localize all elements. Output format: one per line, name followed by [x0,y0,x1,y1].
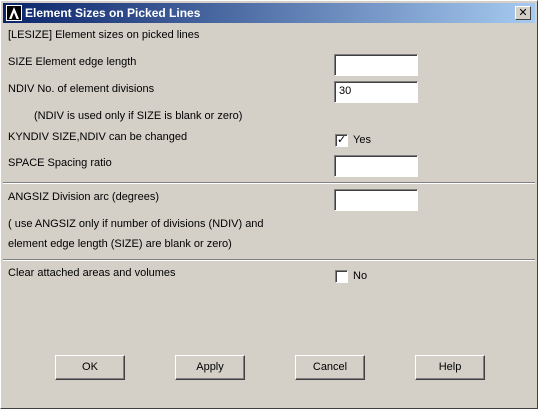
ndiv-input[interactable]: 30 [334,81,418,103]
separator [3,182,535,184]
command-header: [LESIZE] Element sizes on picked lines [8,29,200,41]
clear-option-label: No [353,270,368,282]
apply-button[interactable]: Apply [175,355,245,380]
check-icon: ✓ [337,133,347,146]
kyndiv-label: KYNDIV SIZE,NDIV can be changed [8,131,188,143]
clear-label: Clear attached areas and volumes [8,267,176,279]
close-icon: ✕ [518,6,528,19]
kyndiv-checkbox[interactable]: ✓ [335,133,348,147]
kyndiv-option-label: Yes [353,134,371,146]
close-button[interactable]: ✕ [515,6,531,20]
separator [3,259,535,261]
title-bar[interactable]: Element Sizes on Picked Lines ✕ [3,3,535,23]
help-button[interactable]: Help [415,355,485,380]
space-label: SPACE Spacing ratio [8,157,112,169]
cancel-button[interactable]: Cancel [295,355,365,380]
ok-button[interactable]: OK [55,355,125,380]
clear-checkbox[interactable] [335,270,348,283]
ndiv-note: (NDIV is used only if SIZE is blank or z… [34,110,243,122]
space-input[interactable] [334,155,418,177]
angsiz-note-line2: element edge length (SIZE) are blank or … [8,238,232,250]
angsiz-input[interactable] [334,189,418,211]
size-input[interactable] [334,54,418,76]
ndiv-label: NDIV No. of element divisions [8,83,155,95]
dialog-window: Element Sizes on Picked Lines ✕ [LESIZE]… [0,0,538,409]
ansys-logo-icon [6,5,22,21]
angsiz-label: ANGSIZ Division arc (degrees) [8,191,159,203]
size-label: SIZE Element edge length [8,56,137,68]
angsiz-note-line1: ( use ANGSIZ only if number of divisions… [8,218,264,230]
window-title: Element Sizes on Picked Lines [25,6,201,20]
